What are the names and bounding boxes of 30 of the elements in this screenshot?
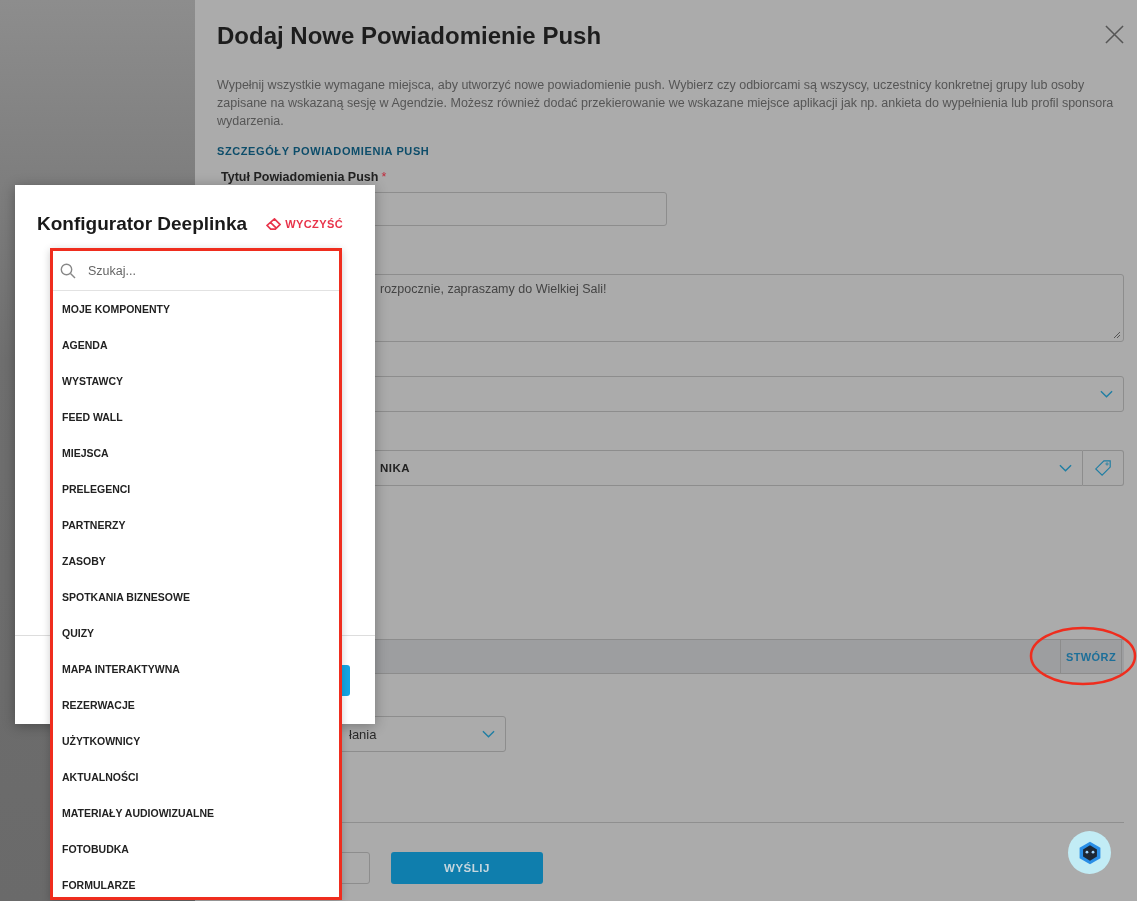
modal-title: Konfigurator Deeplinka xyxy=(37,213,248,235)
dropdown-item[interactable]: FEED WALL xyxy=(53,399,339,435)
clear-button[interactable]: WYCZYŚĆ xyxy=(266,217,343,231)
eraser-icon xyxy=(266,217,282,231)
message-text: rozpocznie, zapraszamy do Wielkiej Sali! xyxy=(380,282,607,296)
chevron-down-icon xyxy=(1059,464,1072,472)
section-heading: SZCZEGÓŁY POWIADOMIENIA PUSH xyxy=(217,145,430,157)
recipient-value: NIKA xyxy=(380,462,411,474)
chevron-down-icon xyxy=(1100,390,1113,398)
dropdown-item[interactable]: FOTOBUDKA xyxy=(53,831,339,867)
tag-icon xyxy=(1094,459,1112,477)
dropdown-item[interactable]: AKTUALNOŚCI xyxy=(53,759,339,795)
search-icon xyxy=(60,262,76,279)
action-value: łania xyxy=(349,726,377,742)
description-text: Wypełnij wszystkie wymagane miejsca, aby utworzyć nowe powiadomienie push. Wybierz czy odbiorcami są wszyscy, uczestnicy konkretnej grupy lub osoby zapisane na wskazaną sesję w Agendzie. Możesz również dodać przekierowanie we wskazane miejsce aplikacji jak np. ankieta do wypełnienia lub profil sponsora wydarzenia. xyxy=(217,77,1115,130)
drawer-title: Dodaj Nowe Powiadomienie Push xyxy=(217,22,602,50)
dropdown-item[interactable]: FORMULARZE xyxy=(53,867,339,897)
dropdown-item[interactable]: WYSTAWCY xyxy=(53,363,339,399)
dropdown-item[interactable]: QUIZY xyxy=(53,615,339,651)
dropdown-item[interactable]: PARTNERZY xyxy=(53,507,339,543)
field-label: Tytuł Powiadomienia Push xyxy=(221,170,379,184)
close-icon[interactable] xyxy=(1105,25,1124,44)
resize-grip-icon[interactable] xyxy=(1113,331,1121,339)
dropdown-item[interactable]: MAPA INTERAKTYWNA xyxy=(53,651,339,687)
dropdown-item[interactable]: ZASOBY xyxy=(53,543,339,579)
chevron-down-icon xyxy=(482,730,495,738)
required-mark: * xyxy=(381,170,387,184)
dropdown-item[interactable]: MATERIAŁY AUDIOWIZUALNE xyxy=(53,795,339,831)
dropdown-item[interactable]: SPOTKANIA BIZNESOWE xyxy=(53,579,339,615)
tag-button[interactable] xyxy=(1083,450,1124,486)
